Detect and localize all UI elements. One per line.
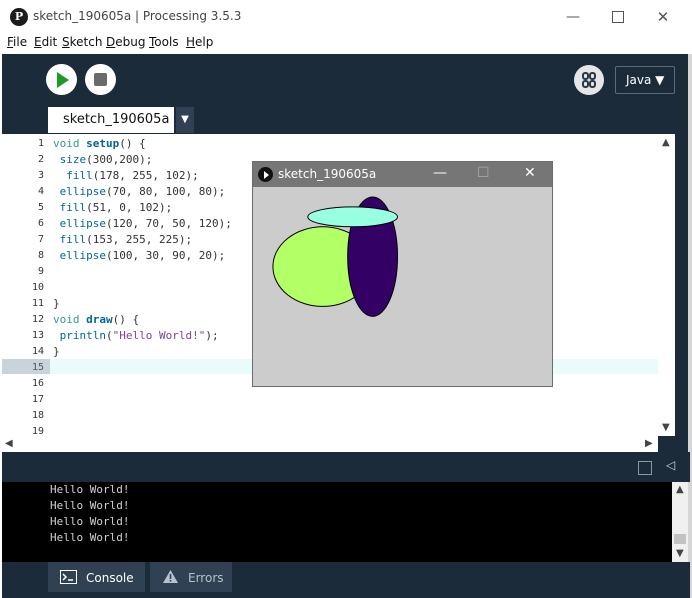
background-window-edge [688,54,692,598]
processing-logo-icon: P [10,8,28,26]
sketch-minimize-button[interactable]: — [433,165,447,181]
code-line-13: println("Hello World!"); [59,329,219,342]
tab-console[interactable]: Console [48,562,145,592]
run-button[interactable] [46,64,77,95]
scroll-up-arrow-icon[interactable]: ▲ [662,137,670,148]
console-scroll-up-icon[interactable]: ▲ [676,484,684,495]
console-line: Hello World! [50,515,130,528]
sketch-window-title: sketch_190605a [278,167,377,181]
code-line-1: void setup() { [53,137,146,150]
line-number: 6 [37,218,44,229]
tab-sketch[interactable]: sketch_190605a [48,107,174,133]
code-line-6: ellipse(120, 70, 50, 120); [59,217,232,230]
window-title: sketch_190605a | Processing 3.5.3 [33,9,242,23]
scroll-left-arrow-icon[interactable]: ◀ [5,438,13,449]
code-line-12: void draw() { [53,313,140,326]
menu-sketch[interactable]: Sketch [62,35,102,49]
debugger-button[interactable] [574,65,604,95]
collapse-console-icon[interactable]: ◁ [666,458,675,472]
processing-run-icon [258,167,273,182]
line-number: 3 [37,170,44,181]
scroll-down-arrow-icon[interactable]: ▼ [662,422,670,433]
maximize-icon [612,11,624,23]
line-number: 5 [37,202,44,213]
play-icon [57,72,69,88]
code-line-5: fill(51, 0, 102); [59,201,173,214]
line-number: 8 [37,250,44,261]
menu-edit[interactable]: Edit [34,35,57,49]
close-button[interactable]: ✕ [643,4,683,30]
line-number: 11 [31,298,44,309]
errors-tab-label: Errors [188,571,224,585]
warning-icon [163,570,178,583]
code-line-8: ellipse(100, 30, 90, 20); [59,249,226,262]
sketch-window[interactable]: sketch_190605a — ☐ ✕ [252,161,553,387]
menu-bar [0,34,692,54]
line-number: 10 [31,282,44,293]
line-number: 14 [31,346,44,357]
maximize-button[interactable] [598,4,638,30]
line-number: 19 [31,426,44,436]
sketch-title-bar[interactable]: sketch_190605a — ☐ ✕ [253,162,552,187]
line-number: 13 [31,330,44,341]
line-number: 15 [31,362,44,373]
code-line-4: ellipse(70, 80, 100, 80); [59,185,226,198]
tab-errors[interactable]: Errors [150,562,232,592]
console-scroll-down-icon[interactable]: ▼ [676,548,684,559]
editor-horizontal-scrollbar[interactable]: ◀ ▶ [2,436,658,452]
line-number: 18 [31,410,44,421]
code-line-3: fill(178, 255, 102); [66,169,199,182]
line-number: 9 [37,266,44,277]
menu-debug[interactable]: Debug [106,35,145,49]
terminal-icon [60,570,77,584]
message-area [2,452,690,482]
sketch-close-button[interactable]: ✕ [524,165,536,181]
stop-button[interactable] [85,64,116,95]
sketch-canvas [253,187,552,386]
console-scroll-thumb[interactable] [674,534,686,544]
mode-select[interactable]: Java ▼ [615,66,675,94]
line-number: 2 [37,154,44,165]
menu-tools[interactable]: Tools [149,35,179,49]
line-number: 7 [37,234,44,245]
line-number: 4 [37,186,44,197]
tab-menu-button[interactable]: ▼ [176,107,194,133]
minimize-button[interactable]: — [553,4,593,30]
code-line-7: fill(153, 255, 225); [59,233,193,246]
scroll-right-arrow-icon[interactable]: ▶ [645,438,653,449]
console-line: Hello World! [50,499,130,512]
console-tab-label: Console [86,571,134,585]
stop-icon [94,73,107,86]
code-line-2: size(300,200); [59,153,153,166]
line-number: 17 [31,394,44,405]
tab-label: sketch_190605a [63,112,170,127]
line-number: 12 [31,314,44,325]
ellipse-3 [307,206,399,228]
code-line-11: } [53,297,60,310]
console-output: Hello World! Hello World! Hello World! H… [2,482,672,562]
line-number: 1 [37,138,44,149]
console-scrollbar[interactable]: ▲ ▼ [672,482,688,562]
editor-vertical-scrollbar[interactable]: ▲ ▼ [658,134,675,436]
code-line-14: } [53,345,60,358]
menu-help[interactable]: Help [186,35,213,49]
menu-file[interactable]: File [7,35,27,49]
butterfly-icon [582,72,596,88]
sketch-maximize-button[interactable]: ☐ [477,165,490,181]
console-line: Hello World! [50,483,130,496]
copy-icon[interactable] [638,461,652,475]
line-number: 16 [31,378,44,389]
console-line: Hello World! [50,531,130,544]
